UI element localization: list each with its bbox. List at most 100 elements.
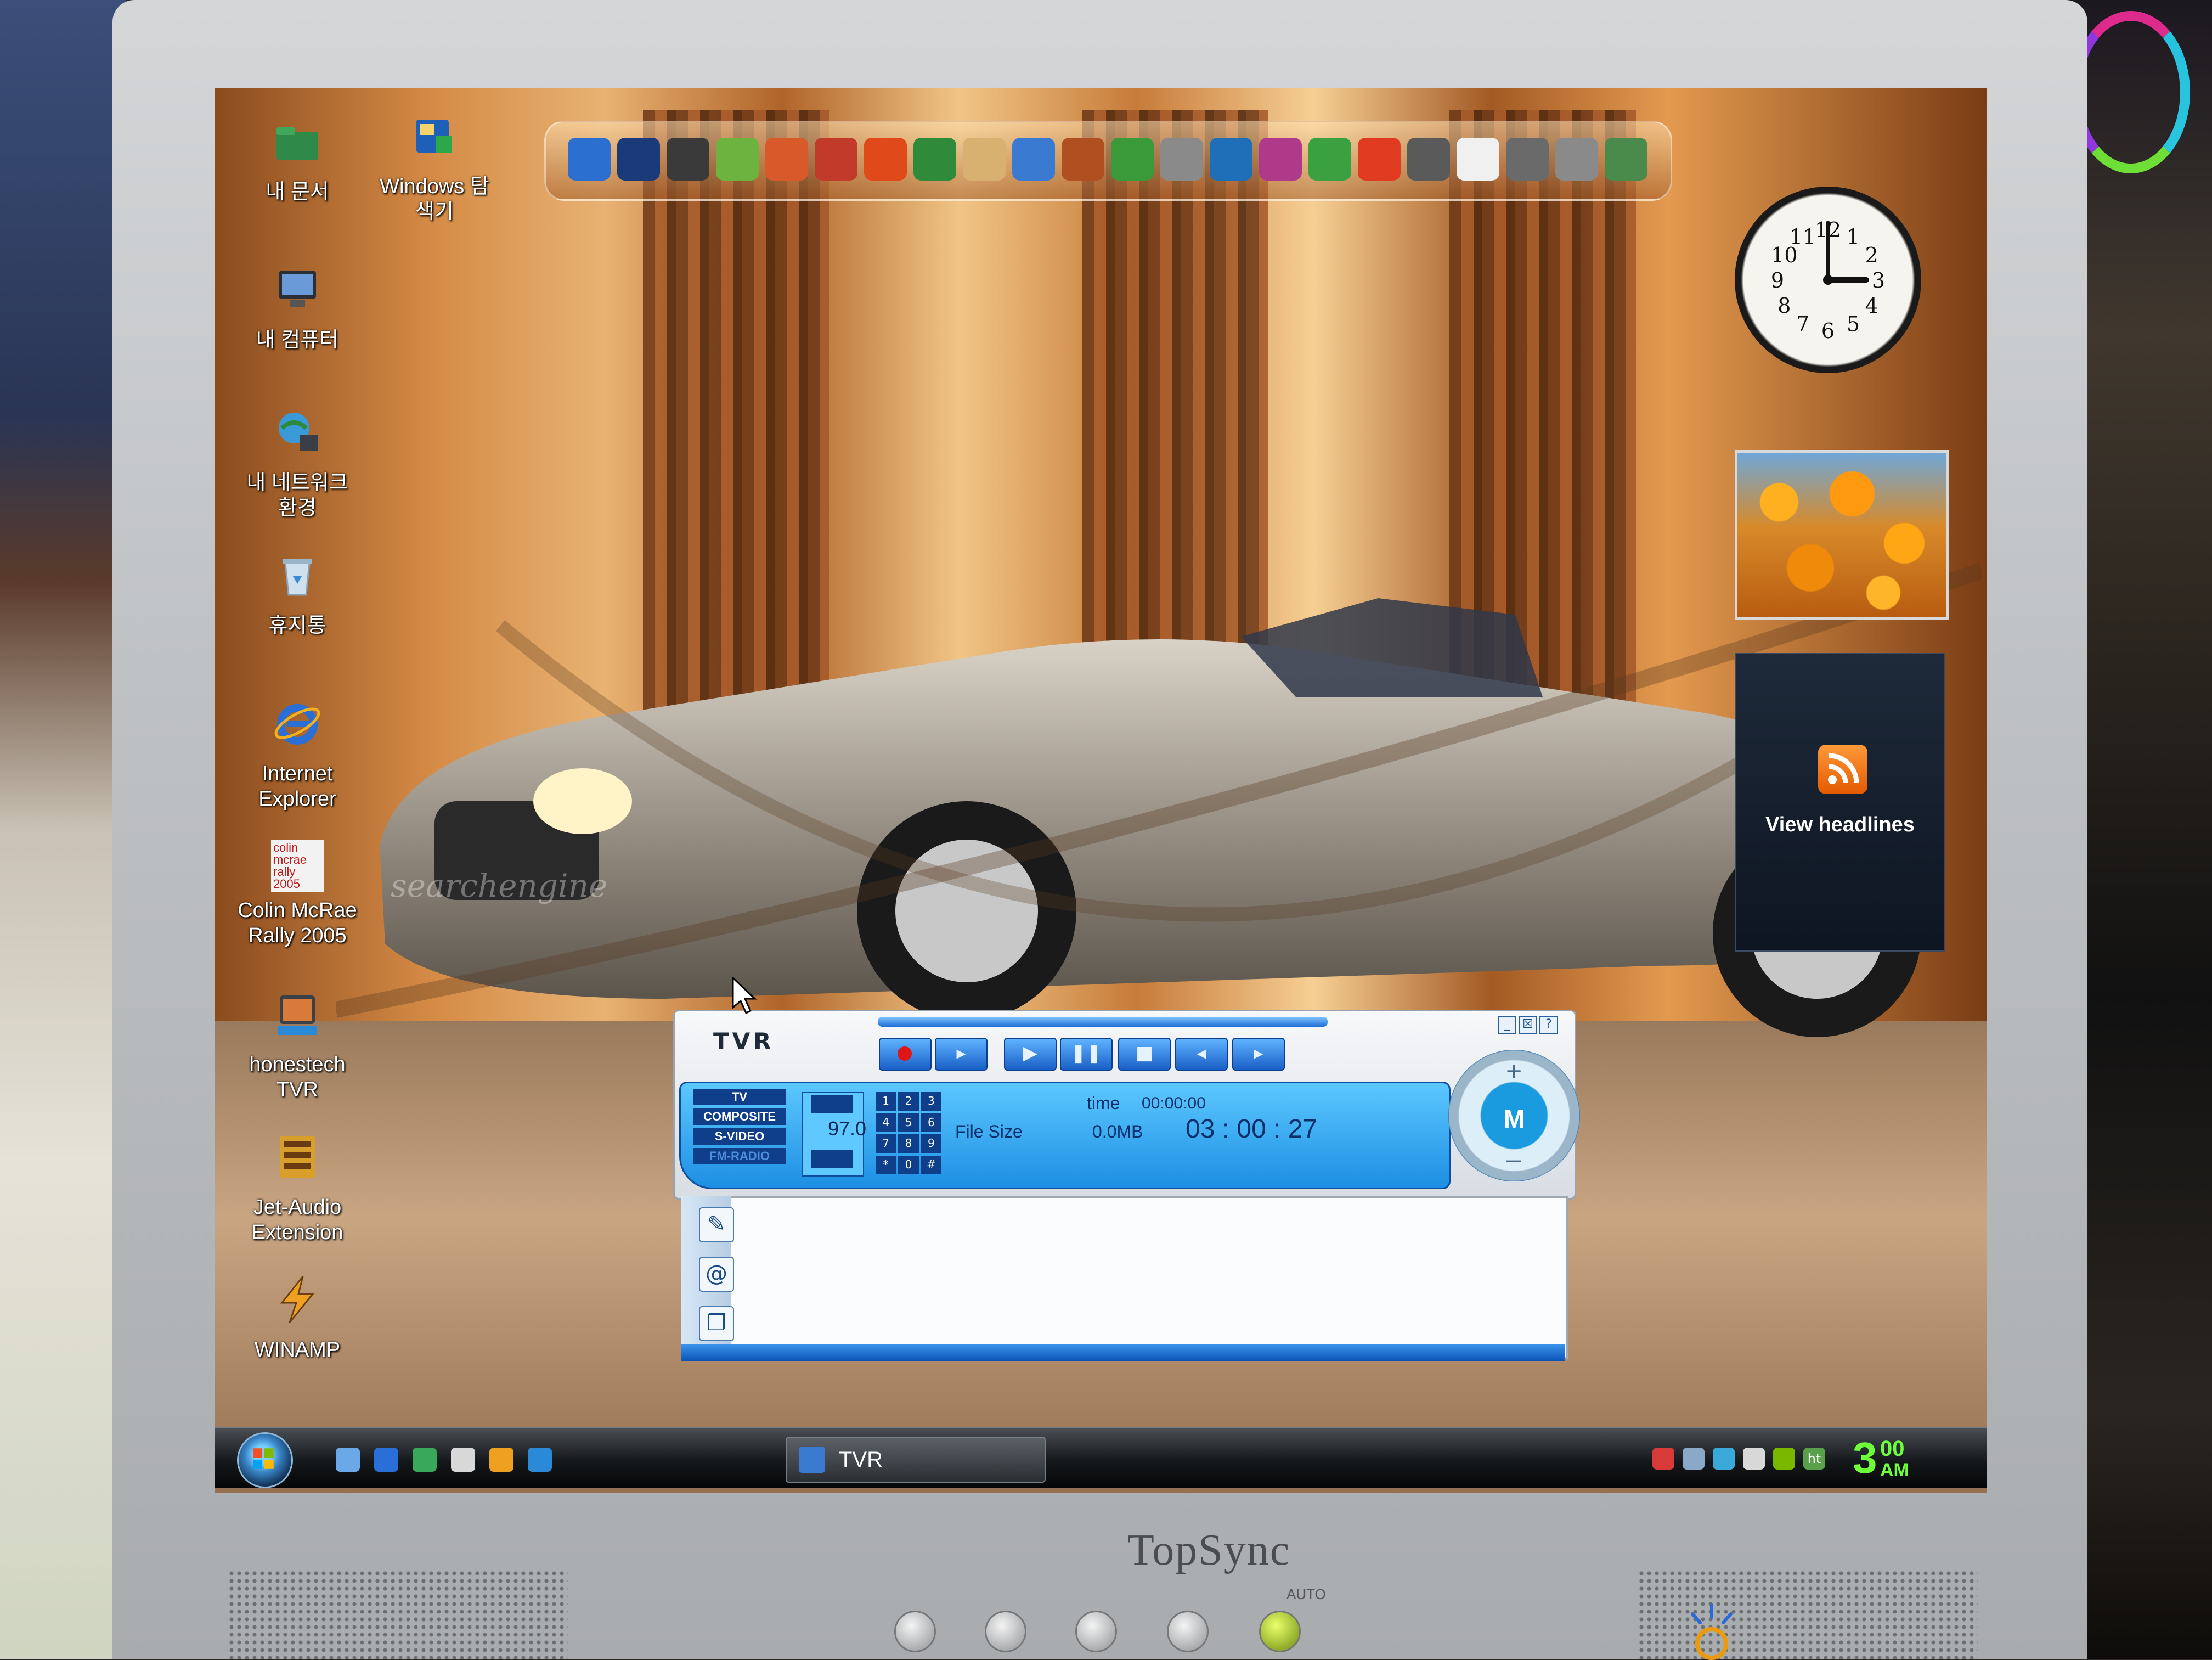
clock-numeral: 1	[1847, 224, 1860, 249]
quicklaunch-ie-icon[interactable]	[374, 1448, 398, 1472]
monitor-button-1[interactable]	[894, 1611, 936, 1652]
paint-icon[interactable]	[765, 138, 808, 181]
monitor-button-2[interactable]	[985, 1611, 1026, 1652]
file-size-value: 0.0MB	[1092, 1122, 1143, 1141]
utorrent-icon[interactable]	[1308, 138, 1351, 181]
tvr-list-area[interactable]	[681, 1196, 1568, 1359]
keypad-key[interactable]: 1	[876, 1092, 896, 1111]
keypad-key[interactable]: 8	[898, 1134, 919, 1153]
forward-button[interactable]: ▸	[1232, 1038, 1285, 1071]
app-icon[interactable]	[864, 138, 907, 181]
media-player-icon[interactable]	[568, 138, 611, 181]
user-icon[interactable]	[1160, 138, 1203, 181]
stop-button[interactable]: ■	[1118, 1038, 1171, 1071]
jetaudio-icon	[280, 1136, 315, 1178]
quicklaunch-network-icon[interactable]	[528, 1448, 552, 1472]
photoshop-icon[interactable]	[617, 138, 660, 181]
wand-icon[interactable]	[1358, 138, 1401, 181]
record-button[interactable]	[879, 1038, 932, 1071]
tvr-side-toolbar: ✎ @ ❐	[681, 1196, 734, 1355]
source-fm-radio-button[interactable]: FM-RADIO	[693, 1148, 786, 1164]
tray-network-icon[interactable]	[1652, 1448, 1674, 1470]
desktop-icon-my-documents[interactable]: 내 문서	[237, 115, 358, 205]
view-headlines-label[interactable]: View headlines	[1736, 813, 1944, 837]
source-tv-button[interactable]: TV	[693, 1089, 786, 1105]
rewind-button[interactable]: ◂	[1175, 1038, 1228, 1071]
desktop-icon-jet-audio[interactable]: Jet-Audio Extension	[237, 1130, 358, 1245]
cd-icon[interactable]	[716, 138, 759, 181]
monitor-power-button[interactable]	[1259, 1611, 1301, 1652]
trash-icon[interactable]	[1605, 138, 1647, 181]
keypad-key[interactable]: *	[876, 1155, 896, 1174]
edit-pen-icon[interactable]: ✎	[699, 1207, 734, 1242]
monitor-button-3[interactable]	[1075, 1611, 1117, 1652]
desktop-icon-winamp[interactable]: WINAMP	[237, 1273, 358, 1363]
minimize-button[interactable]: _	[1498, 1016, 1516, 1034]
quicklaunch-desktop-icon[interactable]	[336, 1448, 360, 1472]
tray-display-icon[interactable]	[1713, 1448, 1735, 1470]
disc-icon[interactable]	[1259, 138, 1302, 181]
eye-icon[interactable]	[1506, 138, 1549, 181]
tool-icon[interactable]	[1062, 138, 1104, 181]
help-button[interactable]: ?	[1539, 1016, 1558, 1034]
desktop-icon-colin-mcrae-rally[interactable]: colin mcrae rally 2005 Colin McRae Rally…	[237, 840, 358, 948]
ie-icon	[274, 704, 320, 745]
channel-down-button[interactable]	[811, 1150, 853, 1168]
excel-icon[interactable]	[1210, 138, 1252, 181]
calc-icon[interactable]	[1012, 138, 1055, 181]
quicklaunch-winamp-icon[interactable]	[489, 1448, 514, 1472]
keypad-key[interactable]: 3	[921, 1092, 941, 1111]
desktop-icon-honestech-tvr[interactable]: honestech TVR	[237, 988, 358, 1102]
knob-minus-icon[interactable]: –	[1506, 1143, 1521, 1175]
documents-icon[interactable]: ❐	[699, 1306, 734, 1341]
quicklaunch-media-icon[interactable]	[451, 1448, 475, 1472]
desktop-icon-recycle-bin[interactable]: 휴지통	[237, 549, 358, 638]
tray-ht-icon[interactable]: ht	[1803, 1448, 1825, 1470]
keypad-key[interactable]: 7	[876, 1134, 896, 1153]
keypad-key[interactable]: 4	[876, 1113, 896, 1132]
lifebuoy-icon[interactable]	[1457, 138, 1499, 181]
tray-volume-icon[interactable]	[1683, 1448, 1705, 1470]
desktop-icon-internet-explorer[interactable]: Internet Explorer	[237, 697, 358, 812]
taskbar-tvr-button[interactable]: TVR	[786, 1437, 1046, 1483]
tray-nvidia-icon[interactable]	[1773, 1448, 1795, 1470]
keypad-key[interactable]: #	[921, 1155, 941, 1174]
leaf-icon[interactable]	[1111, 138, 1154, 181]
pause-button[interactable]: ❚❚	[1060, 1038, 1113, 1071]
book-icon[interactable]	[815, 138, 857, 181]
clock-gadget[interactable]: 111098765432112	[1735, 187, 1921, 373]
quicklaunch-explorer-icon[interactable]	[413, 1448, 437, 1472]
close-button[interactable]: ☒	[1519, 1016, 1537, 1034]
desktop-icon-my-computer[interactable]: 내 컴퓨터	[237, 263, 358, 353]
channel-up-button[interactable]	[811, 1095, 853, 1113]
gear-icon[interactable]	[1407, 138, 1450, 181]
keypad-key[interactable]: 2	[898, 1092, 919, 1111]
monitor-icon[interactable]	[913, 138, 956, 181]
source-composite-button[interactable]: COMPOSITE	[693, 1108, 786, 1125]
desktop-icon-network[interactable]: 내 네트워크 환경	[237, 406, 358, 521]
tray-app-icon[interactable]	[1743, 1448, 1765, 1470]
knob-plus-icon[interactable]: +	[1506, 1055, 1522, 1087]
start-button[interactable]	[237, 1432, 293, 1488]
tvr-progress-bar[interactable]	[878, 1017, 1328, 1027]
source-svideo-button[interactable]: S-VIDEO	[693, 1128, 786, 1145]
monitor-auto-button[interactable]	[1167, 1611, 1209, 1652]
tvr-window[interactable]: TVR ▸ ▶ ❚❚ ■ ◂ ▸ TV COMPOSITE S-VIDEO FM…	[673, 1010, 1580, 1366]
slideshow-gadget-photo[interactable]	[1735, 450, 1949, 620]
keypad-key[interactable]: 6	[921, 1113, 941, 1132]
keypad-key[interactable]: 0	[898, 1155, 919, 1174]
feed-headlines-gadget[interactable]: View headlines	[1735, 653, 1945, 952]
flash-icon[interactable]	[667, 138, 709, 181]
play-button[interactable]: ▶	[1004, 1038, 1057, 1071]
folder-icon[interactable]	[963, 138, 1006, 181]
keypad-key[interactable]: 9	[921, 1134, 941, 1153]
desktop-icon-windows-explorer[interactable]: Windows 탐색기	[374, 110, 495, 224]
auto-label: AUTO	[1286, 1586, 1326, 1602]
keypad-key[interactable]: 5	[898, 1113, 919, 1132]
taskbar-clock[interactable]: 3 00 AM	[1853, 1433, 1909, 1483]
recycle-bin-icon	[283, 559, 312, 596]
knob-menu-button[interactable]: M	[1493, 1098, 1535, 1140]
email-at-icon[interactable]: @	[699, 1257, 734, 1292]
speaker-icon[interactable]	[1555, 138, 1598, 181]
prev-button[interactable]: ▸	[935, 1038, 988, 1071]
